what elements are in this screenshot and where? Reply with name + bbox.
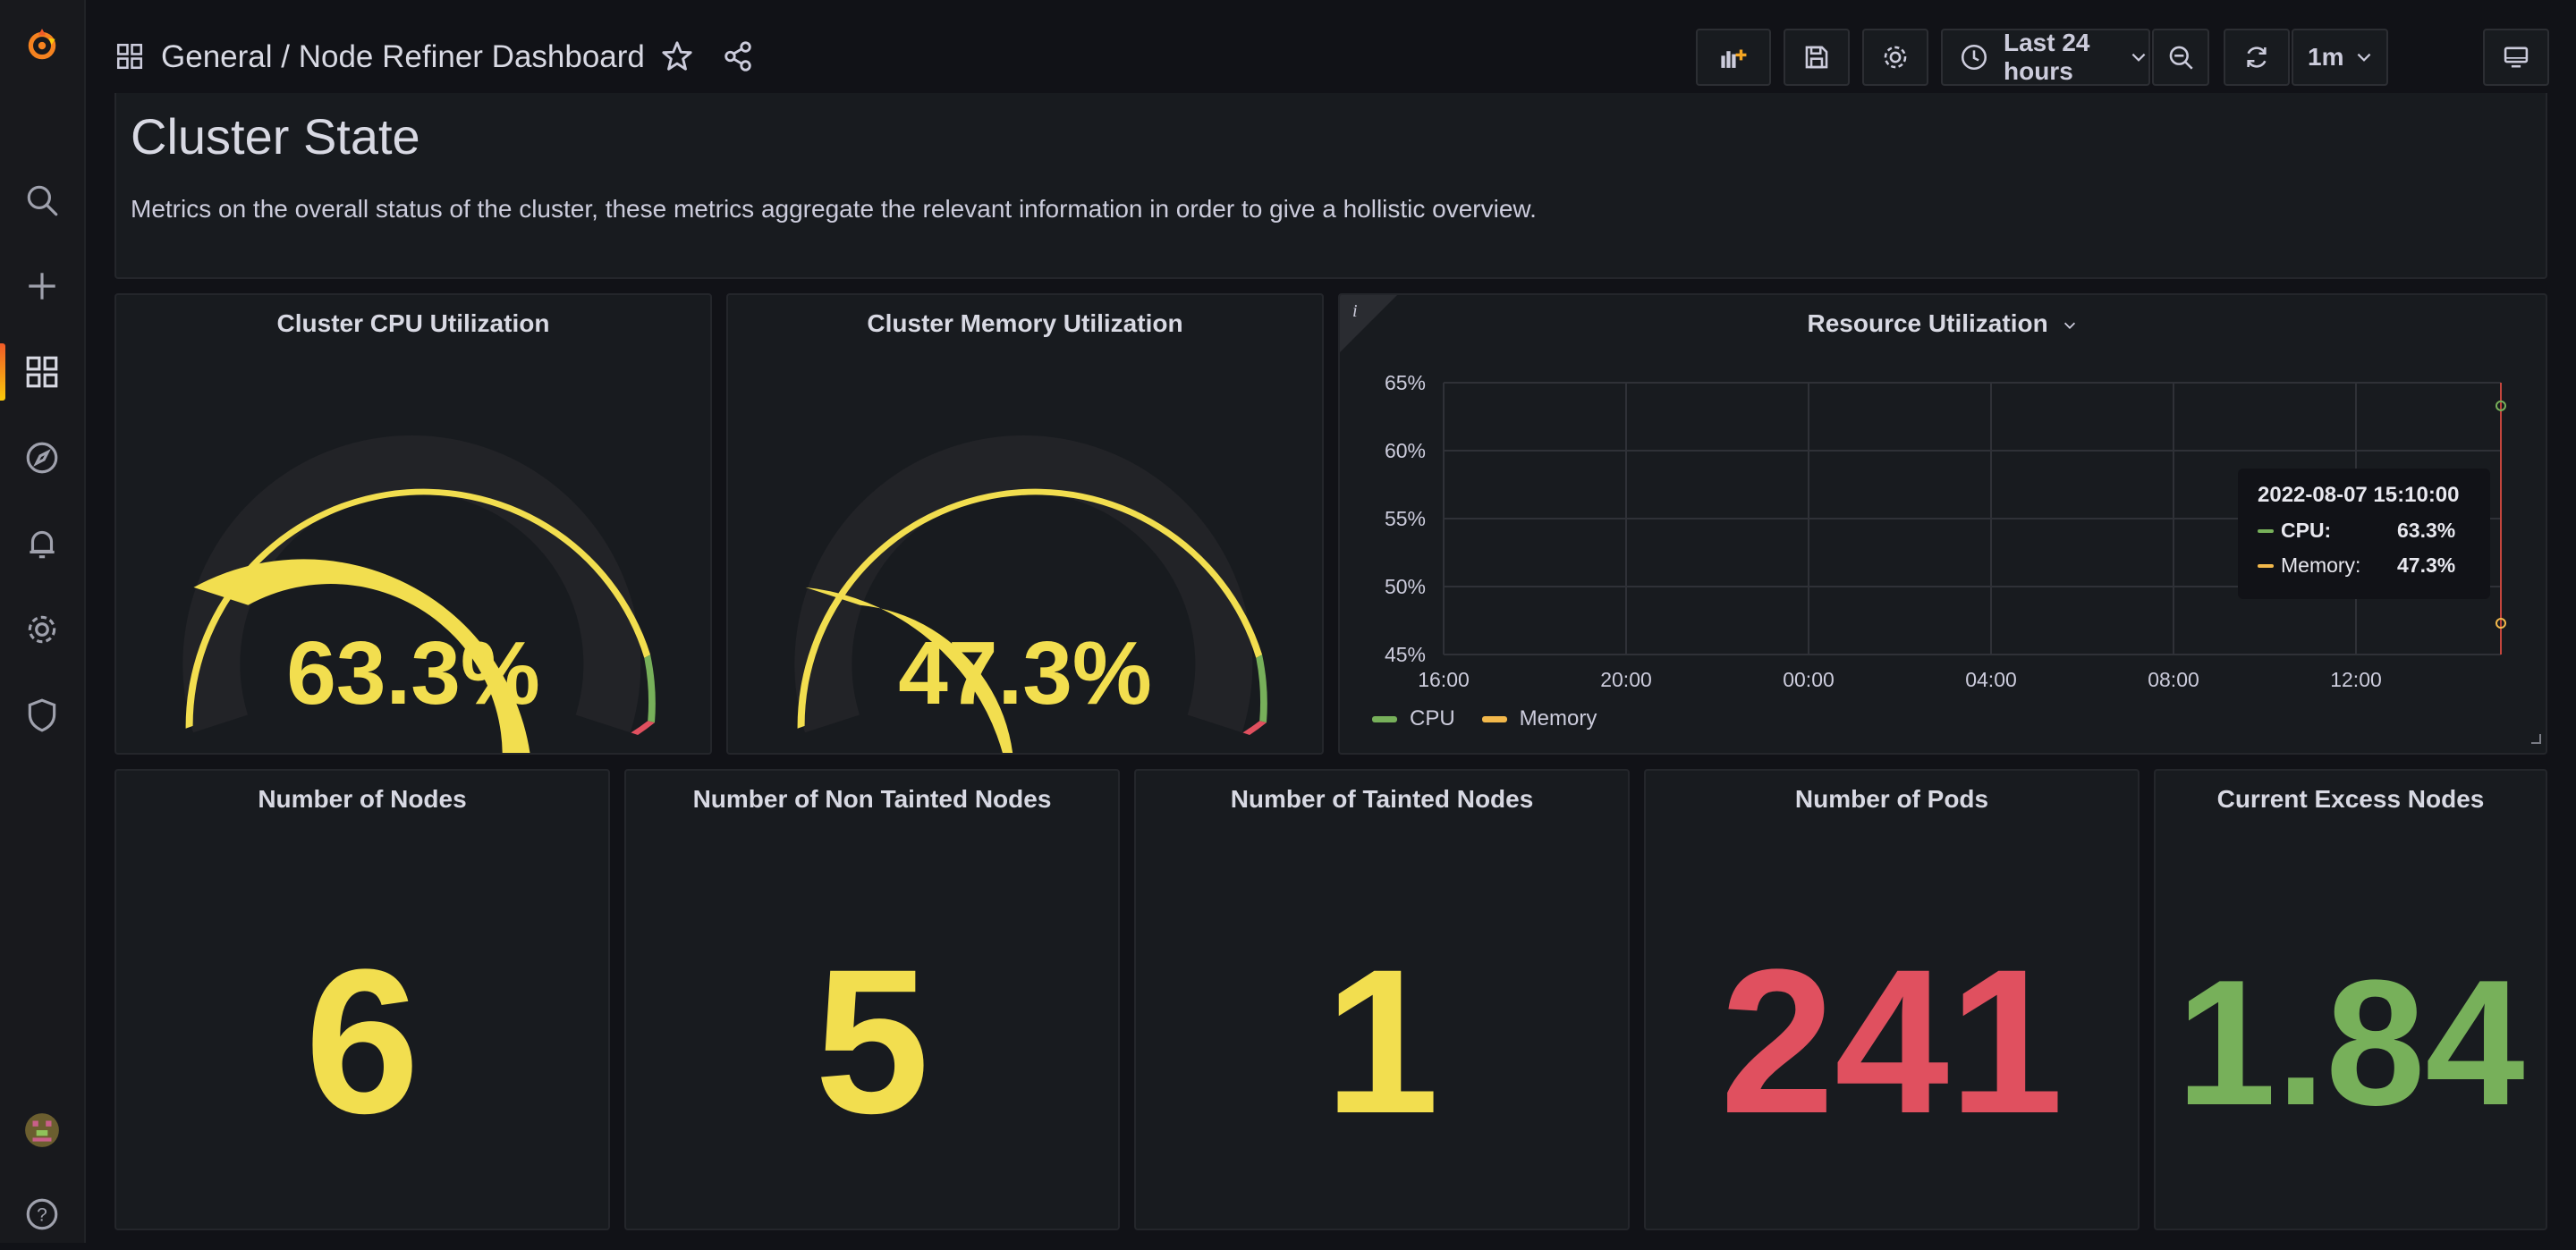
gauge-value: 63.3% (286, 623, 540, 723)
tooltip-label: Memory: (2281, 553, 2361, 577)
grafana-logo-icon[interactable] (0, 9, 84, 80)
cluster-state-description: Metrics on the overall status of the clu… (131, 195, 1537, 223)
breadcrumb: General / Node Refiner Dashboard (161, 36, 645, 79)
time-range-label: Last 24 hours (2004, 29, 2090, 85)
svg-text:?: ? (37, 1204, 47, 1225)
tooltip-row-memory: Memory: 47.3% (2258, 553, 2470, 578)
tooltip-value: 63.3% (2397, 519, 2456, 542)
add-panel-button[interactable] (1696, 29, 1771, 86)
memory-swatch (2258, 563, 2274, 568)
chevron-down-icon (2062, 311, 2078, 340)
stat-panel-nodes[interactable]: Number of Nodes 6 (114, 769, 610, 1230)
dashboard-title[interactable]: Node Refiner Dashboard (299, 39, 645, 75)
dashboards-icon[interactable] (0, 336, 84, 408)
refresh-interval-label: 1m (2308, 43, 2344, 71)
gear-icon[interactable] (0, 594, 84, 665)
chevron-down-icon (2354, 47, 2374, 67)
legend-item-cpu[interactable]: CPU (1410, 706, 1455, 731)
cpu-gauge-panel[interactable]: Cluster CPU Utilization 63.3% (114, 293, 712, 755)
tooltip-row-cpu: CPU: 63.3% (2258, 519, 2470, 543)
legend-swatch-memory (1481, 715, 1507, 722)
dashboard-settings-button[interactable] (1862, 29, 1928, 86)
stat-panel-pods[interactable]: Number of Pods 241 (1644, 769, 2140, 1230)
panel-title: Number of Nodes (258, 785, 467, 813)
tooltip-time: 2022-08-07 15:10:00 (2258, 483, 2460, 507)
star-icon[interactable] (660, 39, 694, 78)
chart-legend: CPU Memory (1372, 706, 1597, 731)
search-icon[interactable] (0, 165, 84, 236)
bell-icon[interactable] (0, 508, 84, 579)
stat-panel-excess-nodes[interactable]: Current Excess Nodes 1.84 (2154, 769, 2547, 1230)
panel-title: Current Excess Nodes (2216, 785, 2485, 813)
panel-title: Number of Pods (1794, 785, 1989, 813)
clock-icon (1959, 42, 1989, 72)
refresh-interval-picker[interactable]: 1m (2292, 29, 2388, 86)
cluster-state-title: Cluster State (131, 108, 420, 165)
panel-title: Number of Non Tainted Nodes (692, 785, 1052, 813)
legend-swatch-cpu (1372, 715, 1397, 722)
cpu-swatch (2258, 528, 2274, 533)
sidebar: ? (0, 0, 86, 1243)
stat-value: 1 (1325, 926, 1439, 1156)
chart-tooltip: 2022-08-07 15:10:00 CPU: 63.3% Memory: 4… (2238, 469, 2490, 599)
dashboards-icon[interactable] (114, 41, 145, 76)
shield-icon[interactable] (0, 680, 84, 751)
legend-item-memory[interactable]: Memory (1520, 706, 1597, 731)
refresh-button[interactable] (2224, 29, 2290, 86)
save-dashboard-button[interactable] (1784, 29, 1850, 86)
gauge-value: 47.3% (898, 623, 1152, 723)
memory-gauge-panel[interactable]: Cluster Memory Utilization 47.3% (726, 293, 1324, 755)
resize-handle-icon[interactable] (2529, 732, 2542, 749)
tv-mode-button[interactable] (2483, 29, 2549, 86)
chevron-down-icon (2129, 47, 2148, 67)
plus-icon[interactable] (0, 250, 84, 322)
zoom-out-button[interactable] (2152, 29, 2209, 86)
help-icon[interactable]: ? (0, 1178, 84, 1250)
tooltip-value: 47.3% (2397, 553, 2456, 577)
stat-value: 6 (305, 926, 419, 1156)
time-range-picker[interactable]: Last 24 hours (1941, 29, 2150, 86)
avatar[interactable] (0, 1094, 84, 1166)
panel-title-menu[interactable]: Resource Utilization (1340, 309, 2546, 340)
stat-panel-tainted-nodes[interactable]: Number of Tainted Nodes 1 (1134, 769, 1630, 1230)
explore-icon[interactable] (0, 422, 84, 494)
stat-value: 241 (1720, 926, 2063, 1156)
panel-title: Resource Utilization (1807, 309, 2048, 337)
breadcrumb-folder[interactable]: General (161, 39, 273, 75)
share-icon[interactable] (721, 39, 755, 78)
panel-title: Number of Tainted Nodes (1230, 785, 1534, 813)
cluster-state-panel: Cluster State Metrics on the overall sta… (114, 93, 2547, 279)
breadcrumb-separator: / (272, 39, 299, 74)
stat-value: 5 (815, 926, 929, 1156)
stat-value: 1.84 (2176, 943, 2525, 1143)
stat-panel-non-tainted-nodes[interactable]: Number of Non Tainted Nodes 5 (624, 769, 1120, 1230)
tooltip-label: CPU: (2281, 519, 2332, 542)
